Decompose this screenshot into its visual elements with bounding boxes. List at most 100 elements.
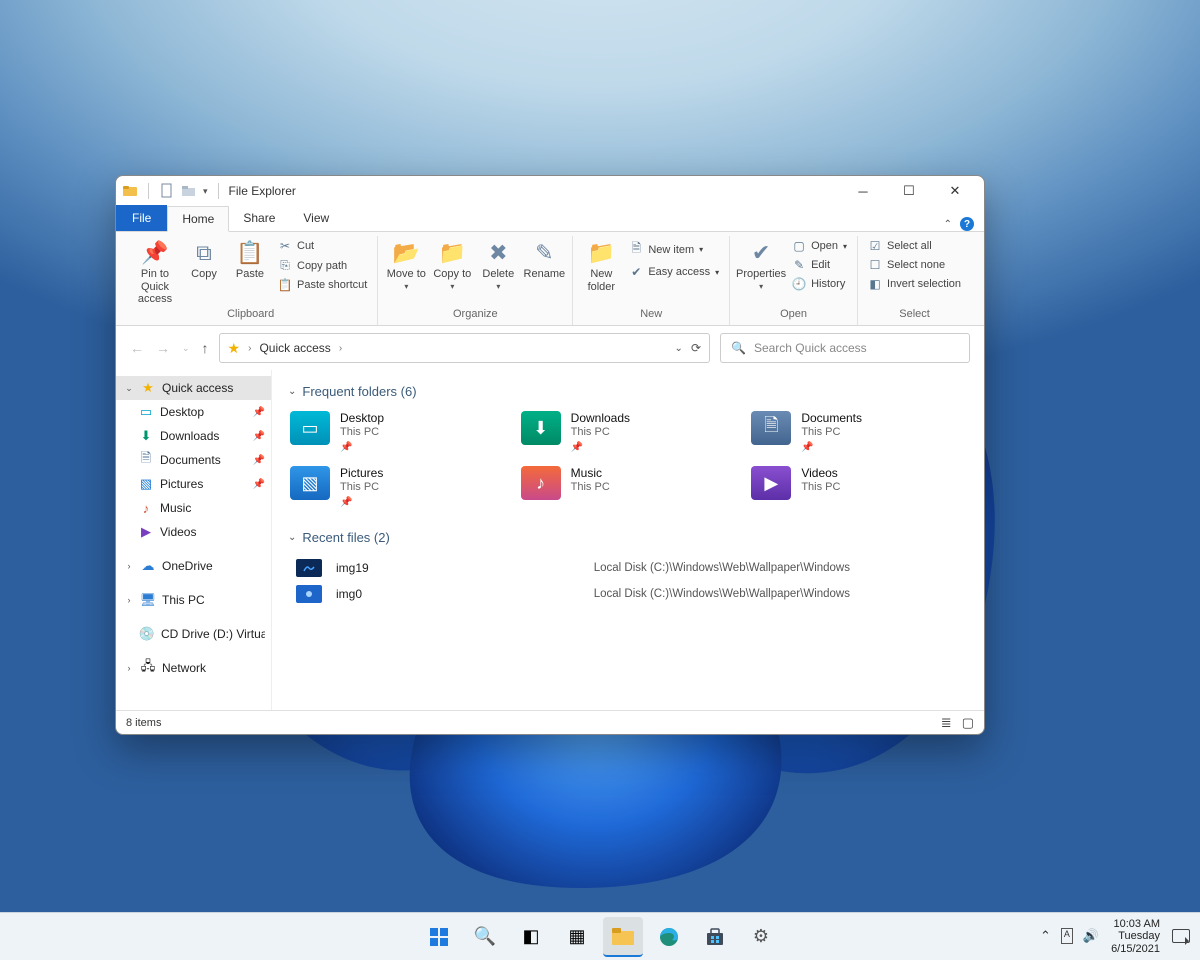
maximize-button[interactable]: ☐ xyxy=(886,176,932,206)
sidebar-item-music[interactable]: ♪Music xyxy=(116,496,271,520)
chevron-right-icon[interactable]: › xyxy=(124,561,134,571)
pin-icon: 📌 xyxy=(571,442,630,455)
paste-button[interactable]: 📋 Paste xyxy=(230,236,270,281)
edit-button[interactable]: ✎Edit xyxy=(790,257,849,273)
desktop: ▾ File Explorer ─ ☐ ✕ File Home Share Vi… xyxy=(0,0,1200,960)
refresh-icon[interactable]: ⟳ xyxy=(691,341,701,355)
sidebar-item-desktop[interactable]: ▭Desktop📌 xyxy=(116,400,271,424)
address-bar[interactable]: ★ › Quick access › ⌄ ⟳ xyxy=(219,333,710,363)
sidebar-network[interactable]: ›🖧Network xyxy=(116,656,271,680)
sidebar-this-pc[interactable]: ›🖥This PC xyxy=(116,588,271,612)
tray-volume-icon[interactable]: 🔊 xyxy=(1083,928,1099,944)
sidebar-item-videos[interactable]: ▶Videos xyxy=(116,520,271,544)
taskbar: 🔍 ◧ ▦ ⚙ ⌃ A 🔊 10:03 AM Tuesday 6 xyxy=(0,912,1200,960)
address-dropdown-icon[interactable]: ⌄ xyxy=(675,343,683,354)
sidebar-item-documents[interactable]: 🗎Documents📌 xyxy=(116,448,271,472)
folder-tile-documents[interactable]: 🗎DocumentsThis PC📌 xyxy=(749,409,968,456)
start-button[interactable] xyxy=(419,917,459,957)
folder-tile-desktop[interactable]: ▭DesktopThis PC📌 xyxy=(288,409,507,456)
frequent-folders-header[interactable]: ⌄ Frequent folders (6) xyxy=(288,384,968,399)
search-box[interactable]: 🔍 Search Quick access xyxy=(720,333,970,363)
delete-button[interactable]: ✖Delete▾ xyxy=(478,236,518,291)
folder-tile-downloads[interactable]: ⬇DownloadsThis PC📌 xyxy=(519,409,738,456)
folder-tile-pictures[interactable]: ▧PicturesThis PC📌 xyxy=(288,464,507,511)
taskbar-edge-icon[interactable] xyxy=(649,917,689,957)
chevron-right-icon[interactable]: › xyxy=(124,595,134,605)
pin-to-quick-access-button[interactable]: 📌 Pin to Quick access xyxy=(132,236,178,306)
open-button[interactable]: ▢Open ▾ xyxy=(790,238,849,254)
sidebar-item-downloads[interactable]: ⬇Downloads📌 xyxy=(116,424,271,448)
sidebar-quick-access[interactable]: ⌄ ★ Quick access xyxy=(116,376,271,400)
chevron-right-icon[interactable]: › xyxy=(339,343,342,354)
taskbar-file-explorer-icon[interactable] xyxy=(603,917,643,957)
file-path: Local Disk (C:)\Windows\Web\Wallpaper\Wi… xyxy=(594,562,960,574)
titlebar[interactable]: ▾ File Explorer ─ ☐ ✕ xyxy=(116,176,984,206)
notifications-icon[interactable] xyxy=(1172,929,1190,943)
tab-home[interactable]: Home xyxy=(167,206,229,232)
details-view-icon[interactable]: ≣ xyxy=(941,715,952,731)
qat-new-doc-icon[interactable] xyxy=(159,183,175,199)
new-folder-button[interactable]: 📁New folder xyxy=(581,236,621,293)
sidebar-cd-drive[interactable]: 💿CD Drive (D:) VirtualE xyxy=(116,622,271,646)
nav-history-icon[interactable]: ⌄ xyxy=(182,343,190,354)
select-none-button[interactable]: ☐Select none xyxy=(866,257,963,273)
breadcrumb[interactable]: Quick access xyxy=(259,341,330,355)
taskbar-clock[interactable]: 10:03 AM Tuesday 6/15/2021 xyxy=(1111,918,1160,956)
qat-folder-icon[interactable] xyxy=(181,183,197,199)
widgets-icon[interactable]: ▦ xyxy=(557,917,597,957)
paste-shortcut-icon: 📋 xyxy=(278,278,292,292)
recent-files-header[interactable]: ⌄ Recent files (2) xyxy=(288,530,968,545)
folder-tile-music[interactable]: ♪MusicThis PC xyxy=(519,464,738,511)
cut-button[interactable]: ✂Cut xyxy=(276,238,369,254)
select-none-icon: ☐ xyxy=(868,258,882,272)
nav-forward-icon[interactable]: → xyxy=(156,340,170,356)
chevron-right-icon: › xyxy=(248,343,251,354)
label: Paste xyxy=(236,268,264,281)
rename-button[interactable]: ✎Rename xyxy=(524,236,564,281)
taskbar-settings-icon[interactable]: ⚙ xyxy=(741,917,781,957)
tab-file[interactable]: File xyxy=(116,205,167,231)
tab-share[interactable]: Share xyxy=(229,205,289,231)
open-icon: ▢ xyxy=(792,239,806,253)
collapse-ribbon-icon[interactable]: ⌃ xyxy=(944,219,952,230)
easy-access-button[interactable]: ✔Easy access ▾ xyxy=(627,264,721,280)
tray-language-icon[interactable]: A xyxy=(1061,928,1073,944)
help-icon[interactable]: ? xyxy=(960,217,974,231)
tiles-view-icon[interactable]: ▢ xyxy=(962,715,974,731)
select-all-button[interactable]: ☑Select all xyxy=(866,238,963,254)
nav-back-icon[interactable]: ← xyxy=(130,340,144,356)
recent-file-row[interactable]: img19 Local Disk (C:)\Windows\Web\Wallpa… xyxy=(288,555,968,581)
qat-dropdown-icon[interactable]: ▾ xyxy=(203,186,208,197)
nav-up-icon[interactable]: ↑ xyxy=(202,340,209,356)
sidebar-onedrive[interactable]: ›☁OneDrive xyxy=(116,554,271,578)
group-label: New xyxy=(640,306,662,323)
chevron-right-icon[interactable]: › xyxy=(124,663,134,673)
content-pane[interactable]: ⌄ Frequent folders (6) ▭DesktopThis PC📌 … xyxy=(272,370,984,710)
move-to-button[interactable]: 📂Move to▾ xyxy=(386,236,426,291)
folder-tile-videos[interactable]: ▶VideosThis PC xyxy=(749,464,968,511)
close-button[interactable]: ✕ xyxy=(932,176,978,206)
copy-button[interactable]: ⧉ Copy xyxy=(184,236,224,281)
chevron-down-icon[interactable]: ⌄ xyxy=(124,383,134,394)
taskbar-store-icon[interactable] xyxy=(695,917,735,957)
copy-path-button[interactable]: ⎘Copy path xyxy=(276,257,369,274)
taskbar-center: 🔍 ◧ ▦ ⚙ xyxy=(419,917,781,957)
history-button[interactable]: 🕘History xyxy=(790,276,849,292)
paste-shortcut-button[interactable]: 📋Paste shortcut xyxy=(276,277,369,293)
label: Pin to Quick access xyxy=(132,268,178,306)
task-view-icon[interactable]: ◧ xyxy=(511,917,551,957)
tray-overflow-icon[interactable]: ⌃ xyxy=(1040,928,1051,944)
recent-file-row[interactable]: img0 Local Disk (C:)\Windows\Web\Wallpap… xyxy=(288,581,968,607)
taskbar-search-icon[interactable]: 🔍 xyxy=(465,917,505,957)
sidebar: ⌄ ★ Quick access ▭Desktop📌 ⬇Downloads📌 🗎… xyxy=(116,370,272,710)
sidebar-item-pictures[interactable]: ▧Pictures📌 xyxy=(116,472,271,496)
invert-selection-button[interactable]: ◧Invert selection xyxy=(866,276,963,292)
edit-icon: ✎ xyxy=(792,258,806,272)
clock-date: 6/15/2021 xyxy=(1111,943,1160,956)
copy-to-button[interactable]: 📁Copy to▾ xyxy=(432,236,472,291)
properties-button[interactable]: ✔Properties▾ xyxy=(738,236,784,291)
tab-view[interactable]: View xyxy=(289,205,343,231)
status-item-count: 8 items xyxy=(126,717,161,729)
new-item-button[interactable]: 🗎New item ▾ xyxy=(627,238,721,261)
minimize-button[interactable]: ─ xyxy=(840,176,886,206)
